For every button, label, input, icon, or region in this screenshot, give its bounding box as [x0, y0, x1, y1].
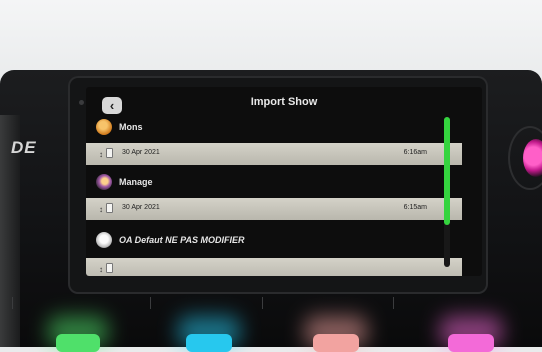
pad-button-2[interactable] — [186, 334, 232, 352]
row-time: 6:15am — [403, 204, 427, 211]
scrollbar[interactable] — [444, 117, 450, 267]
divider — [262, 297, 263, 309]
show-version-row[interactable]: ↕ 30 Apr 2021 6:16am — [86, 143, 462, 165]
divider — [12, 297, 13, 309]
rotary-knob[interactable] — [523, 139, 542, 177]
pad-button-1[interactable] — [56, 334, 100, 352]
show-avatar-icon — [96, 174, 112, 190]
pin-icon: ↕ — [99, 150, 103, 159]
scrollbar-thumb[interactable] — [444, 117, 450, 225]
row-date: 30 Apr 2021 — [122, 149, 160, 156]
document-icon — [106, 148, 113, 158]
row-time: 6:16am — [403, 149, 427, 156]
pin-icon: ↕ — [99, 265, 103, 274]
page-title: Import Show — [250, 96, 318, 108]
show-header[interactable]: OA Defaut NE PAS MODIFIER — [96, 231, 245, 249]
show-version-row[interactable]: ↕ — [86, 258, 462, 276]
show-header[interactable]: Mons — [96, 118, 143, 136]
pad-row — [0, 316, 542, 352]
divider — [150, 297, 151, 309]
pad-button-4[interactable] — [448, 334, 494, 352]
show-name: OA Defaut NE PAS MODIFIER — [119, 235, 245, 245]
row-date: 30 Apr 2021 — [122, 204, 160, 211]
document-icon — [106, 203, 113, 213]
show-avatar-icon — [96, 119, 112, 135]
document-icon — [106, 263, 113, 273]
show-name: Manage — [119, 177, 153, 187]
show-name: Mons — [119, 122, 143, 132]
pin-icon: ↕ — [99, 205, 103, 214]
divider — [393, 297, 394, 309]
show-version-row[interactable]: ↕ 30 Apr 2021 6:15am — [86, 198, 462, 220]
brand-logo: DE — [11, 138, 37, 157]
show-avatar-icon — [96, 232, 112, 248]
screen-top-bar: ‹ Import Show — [86, 87, 482, 117]
pad-button-3[interactable] — [313, 334, 359, 352]
show-header[interactable]: Manage — [96, 173, 153, 191]
touch-screen: ‹ Import Show Mons ↕ 30 Apr 2021 6:16am … — [86, 87, 482, 276]
sensor-dot — [79, 100, 84, 105]
